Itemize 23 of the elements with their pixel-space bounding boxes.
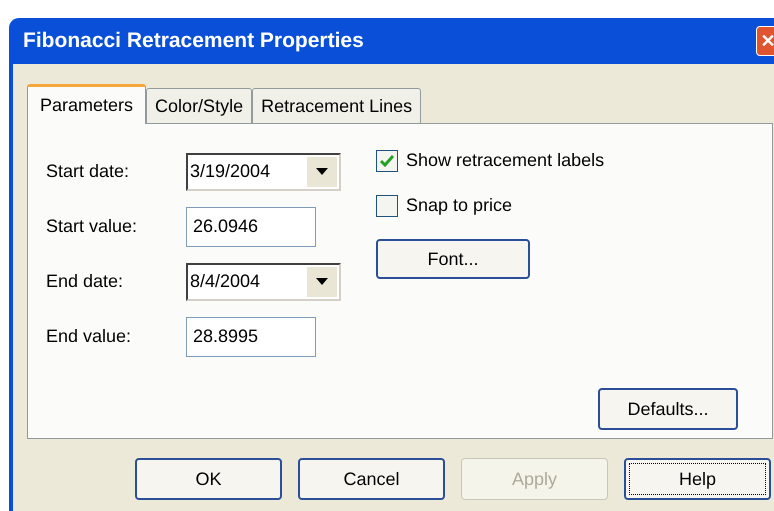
close-button[interactable]: ✕ <box>756 26 774 56</box>
tab[interactable]: Retracement Lines <box>252 88 422 124</box>
field-label: End date: <box>46 270 124 293</box>
dialog-button[interactable]: OK <box>135 458 282 500</box>
dialog-button[interactable]: Help <box>624 458 771 500</box>
field-label: Start date: <box>46 160 130 183</box>
checkbox[interactable] <box>376 150 398 172</box>
defaults-button[interactable]: Defaults... <box>598 388 738 430</box>
window-title: Fibonacci Retracement Properties <box>23 28 364 54</box>
checkbox-label: Snap to price <box>406 194 512 217</box>
date-combo-box[interactable]: 8/4/2004 <box>186 262 341 300</box>
input-field[interactable]: 28.8995 <box>186 316 316 356</box>
field-label: Start value: <box>46 215 138 238</box>
checkbox[interactable] <box>376 194 398 216</box>
checkmark-icon <box>380 154 394 166</box>
date-combo-box[interactable]: 3/19/2004 <box>186 152 341 190</box>
font-button[interactable]: Font... <box>376 239 530 279</box>
input-field[interactable]: 26.0946 <box>186 206 316 246</box>
tab[interactable]: Color/Style <box>146 88 252 124</box>
checkbox-label: Show retracement labels <box>406 149 604 172</box>
dialog-button[interactable]: Cancel <box>298 458 445 500</box>
field-label: End value: <box>46 325 132 348</box>
tab[interactable]: Parameters <box>27 84 146 124</box>
